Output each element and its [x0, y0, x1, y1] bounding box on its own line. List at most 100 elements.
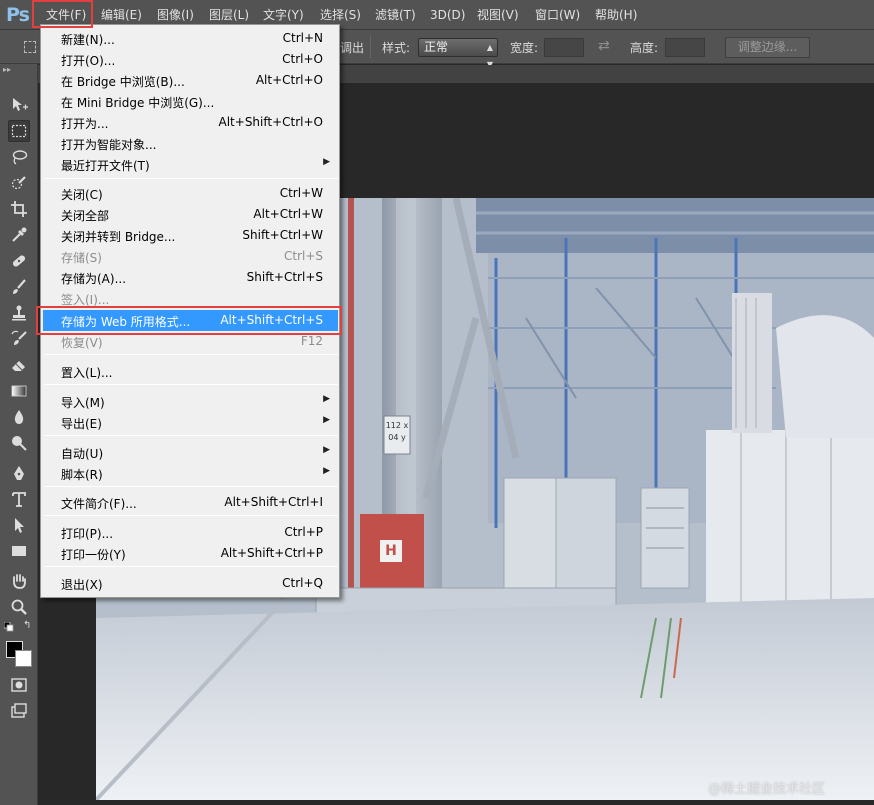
menu-item-browse-in-bridge[interactable]: 在 Bridge 中浏览(B)... Alt+Ctrl+O [43, 70, 338, 91]
save-for-web-annotation-box [36, 306, 342, 335]
menu-layer[interactable]: 图层(L) [209, 6, 249, 24]
swap-dimensions-icon[interactable]: ⇄ [598, 38, 610, 54]
path-selection-tool-icon[interactable] [8, 514, 30, 536]
swap-colors-icon[interactable]: ↰ [23, 620, 31, 631]
menu-edit[interactable]: 编辑(E) [101, 6, 142, 24]
menu-item-label: 文件简介(F)... [61, 497, 137, 511]
menu-item-open-as-smart-object[interactable]: 打开为智能对象... [43, 133, 338, 154]
menu-item-save-as[interactable]: 存储为(A)... Shift+Ctrl+S [43, 267, 338, 288]
menu-item-place[interactable]: 置入(L)... [43, 361, 338, 382]
menu-item-new[interactable]: 新建(N)... Ctrl+N [43, 28, 338, 49]
menu-item-label: 新建(N)... [61, 33, 115, 47]
crop-tool-icon[interactable] [8, 198, 30, 220]
move-tool-icon[interactable] [8, 94, 30, 116]
menu-item-print[interactable]: 打印(P)... Ctrl+P [43, 522, 338, 543]
menu-item-open-as[interactable]: 打开为... Alt+Shift+Ctrl+O [43, 112, 338, 133]
eraser-tool-icon[interactable] [8, 354, 30, 376]
rectangle-tool-icon[interactable] [8, 540, 30, 562]
menu-item-browse-in-mini-bridge[interactable]: 在 Mini Bridge 中浏览(G)... [43, 91, 338, 112]
menu-item-label: 打印一份(Y) [61, 548, 126, 562]
menu-item-label: 导入(M) [61, 396, 105, 410]
gradient-tool-icon[interactable] [8, 380, 30, 402]
eyedropper-tool-icon[interactable] [8, 224, 30, 246]
background-color-swatch[interactable] [15, 650, 32, 667]
zoom-tool-icon[interactable] [8, 596, 30, 618]
blur-tool-icon[interactable] [8, 406, 30, 428]
dodge-tool-icon[interactable] [8, 432, 30, 454]
history-brush-tool-icon[interactable] [8, 328, 30, 350]
panel-collapse-icon[interactable]: ▸▸ [3, 66, 33, 74]
menu-item-label: 退出(X) [61, 578, 103, 592]
menu-separator [44, 354, 338, 355]
menu-filter[interactable]: 滤镜(T) [375, 6, 416, 24]
type-tool-icon[interactable] [8, 488, 30, 510]
lasso-tool-icon[interactable] [8, 146, 30, 168]
menu-item-print-one-copy[interactable]: 打印一份(Y) Alt+Shift+Ctrl+P [43, 543, 338, 564]
tools-panel: ▸▸ ↰ [0, 64, 38, 805]
menu-3d[interactable]: 3D(D) [430, 6, 465, 24]
clone-stamp-tool-icon[interactable] [8, 302, 30, 324]
menu-item-scripts[interactable]: 脚本(R) ▶ [43, 463, 338, 484]
menu-type[interactable]: 文字(Y) [263, 6, 304, 24]
hand-tool-icon[interactable] [8, 570, 30, 592]
menu-item-shortcut: Alt+Shift+Ctrl+I [224, 495, 323, 509]
width-input[interactable] [544, 38, 584, 57]
style-select[interactable]: 正常 ▲▼ [418, 38, 498, 69]
menu-item-label: 导出(E) [61, 417, 102, 431]
pen-tool-icon[interactable] [8, 462, 30, 484]
menu-item-file-info[interactable]: 文件简介(F)... Alt+Shift+Ctrl+I [43, 492, 338, 513]
menu-item-close-all[interactable]: 关闭全部 Alt+Ctrl+W [43, 204, 338, 225]
menu-item-close-and-go-to-bridge[interactable]: 关闭并转到 Bridge... Shift+Ctrl+W [43, 225, 338, 246]
menu-item-label: 脚本(R) [61, 468, 103, 482]
width-label: 宽度: [510, 41, 539, 55]
menu-item-label: 关闭全部 [61, 209, 110, 223]
rectangular-marquee-tool-icon[interactable] [8, 120, 30, 142]
refine-edge-button[interactable]: 调整边缘... [725, 37, 810, 58]
menu-item-label: 恢复(V) [61, 336, 103, 350]
menu-item-shortcut: Alt+Ctrl+W [253, 207, 323, 221]
menu-image[interactable]: 图像(I) [157, 6, 194, 24]
menu-item-recent-files[interactable]: 最近打开文件(T) ▶ [43, 154, 338, 175]
menu-item-export[interactable]: 导出(E) ▶ [43, 412, 338, 433]
menu-item-import[interactable]: 导入(M) ▶ [43, 391, 338, 412]
column-sign-line-2: 04 y [388, 433, 406, 442]
height-input[interactable] [665, 38, 705, 57]
menu-item-save: 存储(S) Ctrl+S [43, 246, 338, 267]
photoshop-logo: Ps [6, 4, 30, 26]
menu-item-label: 关闭并转到 Bridge... [61, 230, 176, 244]
submenu-arrow-icon: ▶ [323, 445, 330, 455]
marquee-preset-icon[interactable] [24, 41, 36, 53]
menu-item-close[interactable]: 关闭(C) Ctrl+W [43, 183, 338, 204]
default-colors-icon[interactable] [3, 621, 14, 635]
spot-healing-brush-tool-icon[interactable] [8, 250, 30, 272]
menu-item-label: 最近打开文件(T) [61, 159, 150, 173]
menu-view[interactable]: 视图(V) [477, 6, 519, 24]
menu-item-shortcut: Alt+Shift+Ctrl+O [218, 115, 323, 129]
brush-tool-icon[interactable] [8, 276, 30, 298]
menu-item-label: 打开(O)... [61, 54, 116, 68]
menu-separator [44, 384, 338, 385]
menu-item-label: 打开为... [61, 117, 109, 131]
quick-mask-icon[interactable] [8, 674, 30, 696]
menu-item-automate[interactable]: 自动(U) ▶ [43, 442, 338, 463]
column-sign: 112 x 04 y [385, 420, 409, 444]
style-label: 样式: [382, 41, 411, 55]
menu-item-label: 打印(P)... [61, 527, 114, 541]
quick-selection-tool-icon[interactable] [8, 172, 30, 194]
hydrant-sign: H [385, 543, 397, 559]
menu-help[interactable]: 帮助(H) [595, 6, 637, 24]
menu-window[interactable]: 窗口(W) [535, 6, 580, 24]
menu-item-label: 存储为(A)... [61, 272, 127, 286]
menu-item-exit[interactable]: 退出(X) Ctrl+Q [43, 573, 338, 594]
menu-item-label: 打开为智能对象... [61, 138, 157, 152]
menu-item-open[interactable]: 打开(O)... Ctrl+O [43, 49, 338, 70]
menu-item-shortcut: Ctrl+S [283, 249, 323, 263]
menu-select[interactable]: 选择(S) [320, 6, 361, 24]
menu-item-label: 在 Mini Bridge 中浏览(G)... [61, 96, 215, 110]
menu-separator [44, 515, 338, 516]
screen-mode-icon[interactable] [8, 700, 30, 722]
menu-separator [44, 566, 338, 567]
menu-item-label: 关闭(C) [61, 188, 103, 202]
style-select-value: 正常 [424, 40, 449, 54]
menu-separator [44, 486, 338, 487]
